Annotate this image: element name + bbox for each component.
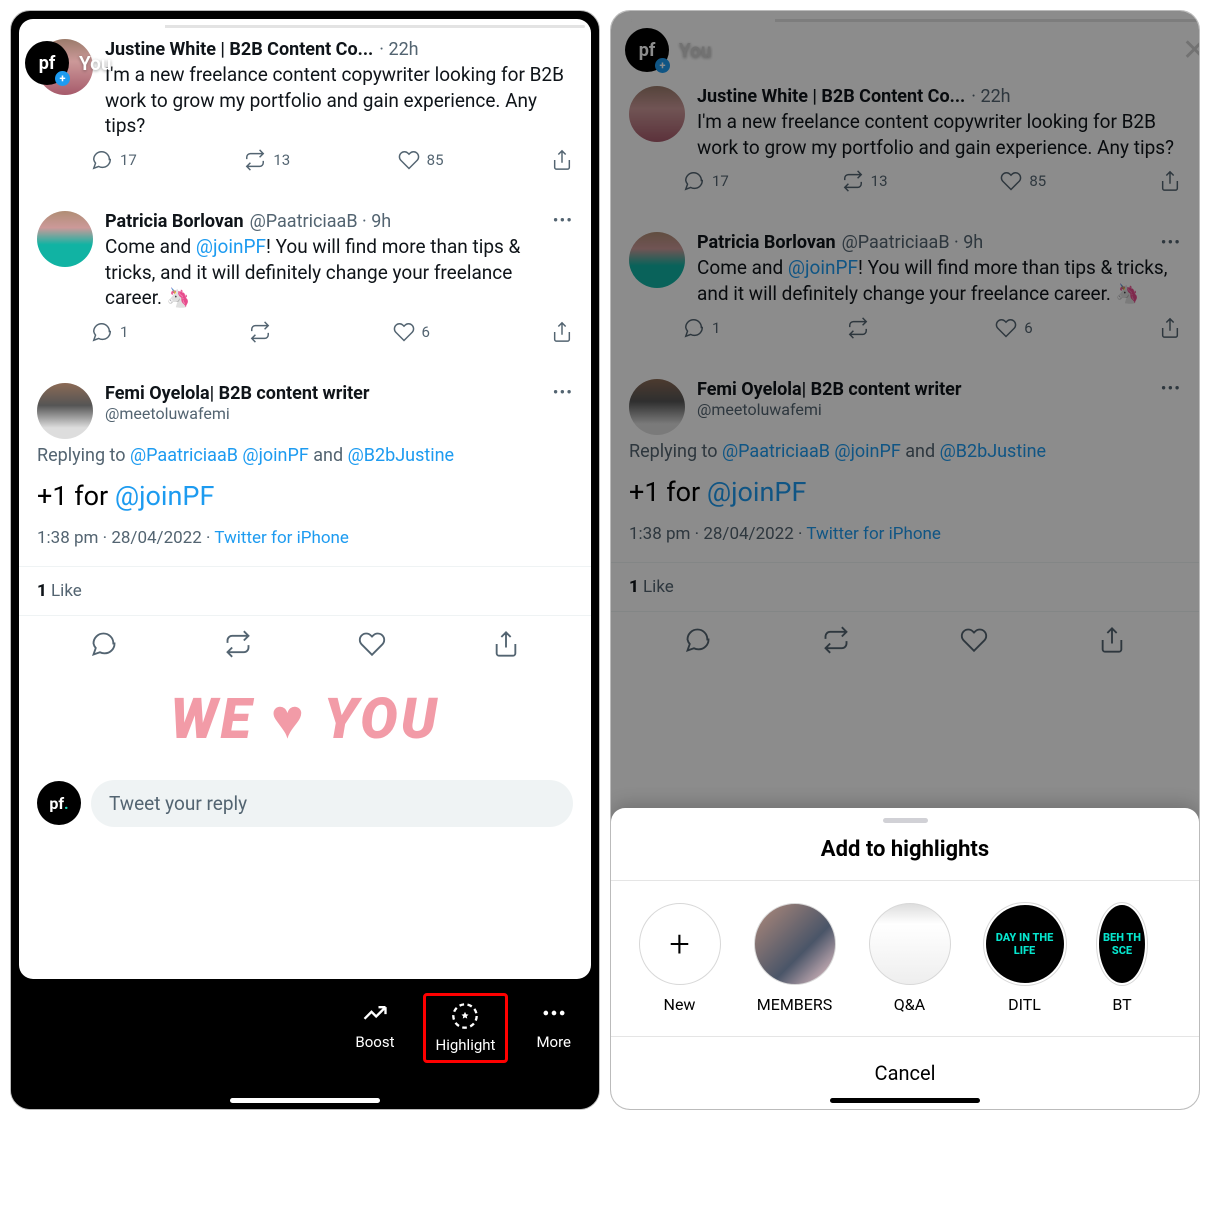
- more-button[interactable]: More: [526, 993, 581, 1057]
- tweet-3-text: +1 for @joinPF: [19, 466, 591, 522]
- tweet-like-count[interactable]: 1 Like: [19, 567, 591, 616]
- tweet-author: Patricia Borlovan: [105, 211, 244, 232]
- retweet-icon[interactable]: 13: [244, 149, 290, 171]
- share-icon[interactable]: [492, 630, 520, 662]
- tweet-timestamp: 1:38 pm · 28/04/2022 · Twitter for iPhon…: [19, 522, 591, 567]
- highlight-members[interactable]: MEMBERS: [752, 903, 837, 1014]
- replying-to: Replying to @PaatriciaaB @joinPF and @B2…: [19, 445, 591, 466]
- story-bottom-bar: Boost Highlight More: [11, 979, 599, 1109]
- avatar: [37, 383, 93, 439]
- boost-button[interactable]: Boost: [345, 993, 404, 1057]
- phone-right-highlights-sheet: pf+ You ✕ Justine White | B2B Content Co…: [610, 10, 1200, 1110]
- story-avatar[interactable]: pf +: [25, 41, 69, 85]
- sheet-grabber[interactable]: [883, 818, 928, 823]
- like-icon[interactable]: [358, 630, 386, 662]
- story-media[interactable]: Justine White | B2B Content Co... · 22h …: [19, 19, 591, 979]
- more-icon[interactable]: •••: [553, 383, 573, 403]
- highlights-row[interactable]: + New MEMBERS Q&A DAY IN THE LIFE DITL B…: [611, 881, 1199, 1036]
- like-icon[interactable]: 6: [393, 321, 430, 343]
- tweet-author: Femi Oyelola| B2B content writer: [105, 383, 370, 404]
- avatar: [37, 211, 93, 267]
- close-icon: ✕: [1176, 33, 1199, 68]
- highlight-bt[interactable]: BEH TH SCE BT: [1097, 903, 1147, 1014]
- highlight-qa[interactable]: Q&A: [867, 903, 952, 1014]
- retweet-icon[interactable]: [249, 321, 271, 343]
- like-icon[interactable]: 85: [398, 149, 444, 171]
- tweet-handle: @meetoluwafemi: [105, 404, 573, 423]
- phone-left-story-view: pf + You ✕ Justine White | B2B Content C…: [10, 10, 600, 1110]
- tweet-reply-input[interactable]: Tweet your reply: [91, 780, 573, 827]
- highlights-sheet: Add to highlights + New MEMBERS Q&A DAY …: [611, 808, 1199, 1109]
- add-story-badge[interactable]: +: [55, 71, 70, 86]
- plus-icon: +: [639, 903, 721, 985]
- reply-icon[interactable]: 17: [91, 149, 137, 171]
- home-indicator[interactable]: [830, 1098, 980, 1103]
- story-avatar: pf+: [625, 28, 669, 72]
- home-indicator[interactable]: [230, 1098, 380, 1103]
- reply-icon[interactable]: [90, 630, 118, 662]
- sticker-text: WE ♥ YOU: [19, 680, 591, 772]
- tweet-text: Come and @joinPF! You will find more tha…: [105, 234, 573, 311]
- tweet-1-actions: 17 13 85: [19, 139, 591, 191]
- highlight-new[interactable]: + New: [637, 903, 722, 1014]
- retweet-icon[interactable]: [224, 630, 252, 662]
- share-icon[interactable]: [551, 321, 573, 343]
- reply-icon[interactable]: 1: [91, 321, 128, 343]
- highlight-button[interactable]: Highlight: [423, 993, 509, 1063]
- share-icon[interactable]: [551, 149, 573, 171]
- story-progress-bar: [25, 25, 585, 28]
- highlight-ditl[interactable]: DAY IN THE LIFE DITL: [982, 903, 1067, 1014]
- tweet-2: Patricia Borlovan @PaatriciaaB · 9h ••• …: [19, 191, 591, 311]
- tweet-3-header: Femi Oyelola| B2B content writer ••• @me…: [19, 363, 591, 439]
- sheet-title: Add to highlights: [611, 837, 1199, 881]
- story-header: pf + You ✕: [25, 41, 585, 85]
- current-user-avatar[interactable]: pf.: [37, 781, 81, 825]
- close-icon[interactable]: ✕: [548, 46, 585, 81]
- tweet-2-actions: 1 6: [19, 311, 591, 363]
- tweet-reply-row: pf. Tweet your reply: [19, 772, 591, 845]
- story-account-label[interactable]: You: [79, 52, 111, 75]
- tweet-3-actions: [19, 616, 591, 680]
- more-icon[interactable]: •••: [553, 211, 573, 231]
